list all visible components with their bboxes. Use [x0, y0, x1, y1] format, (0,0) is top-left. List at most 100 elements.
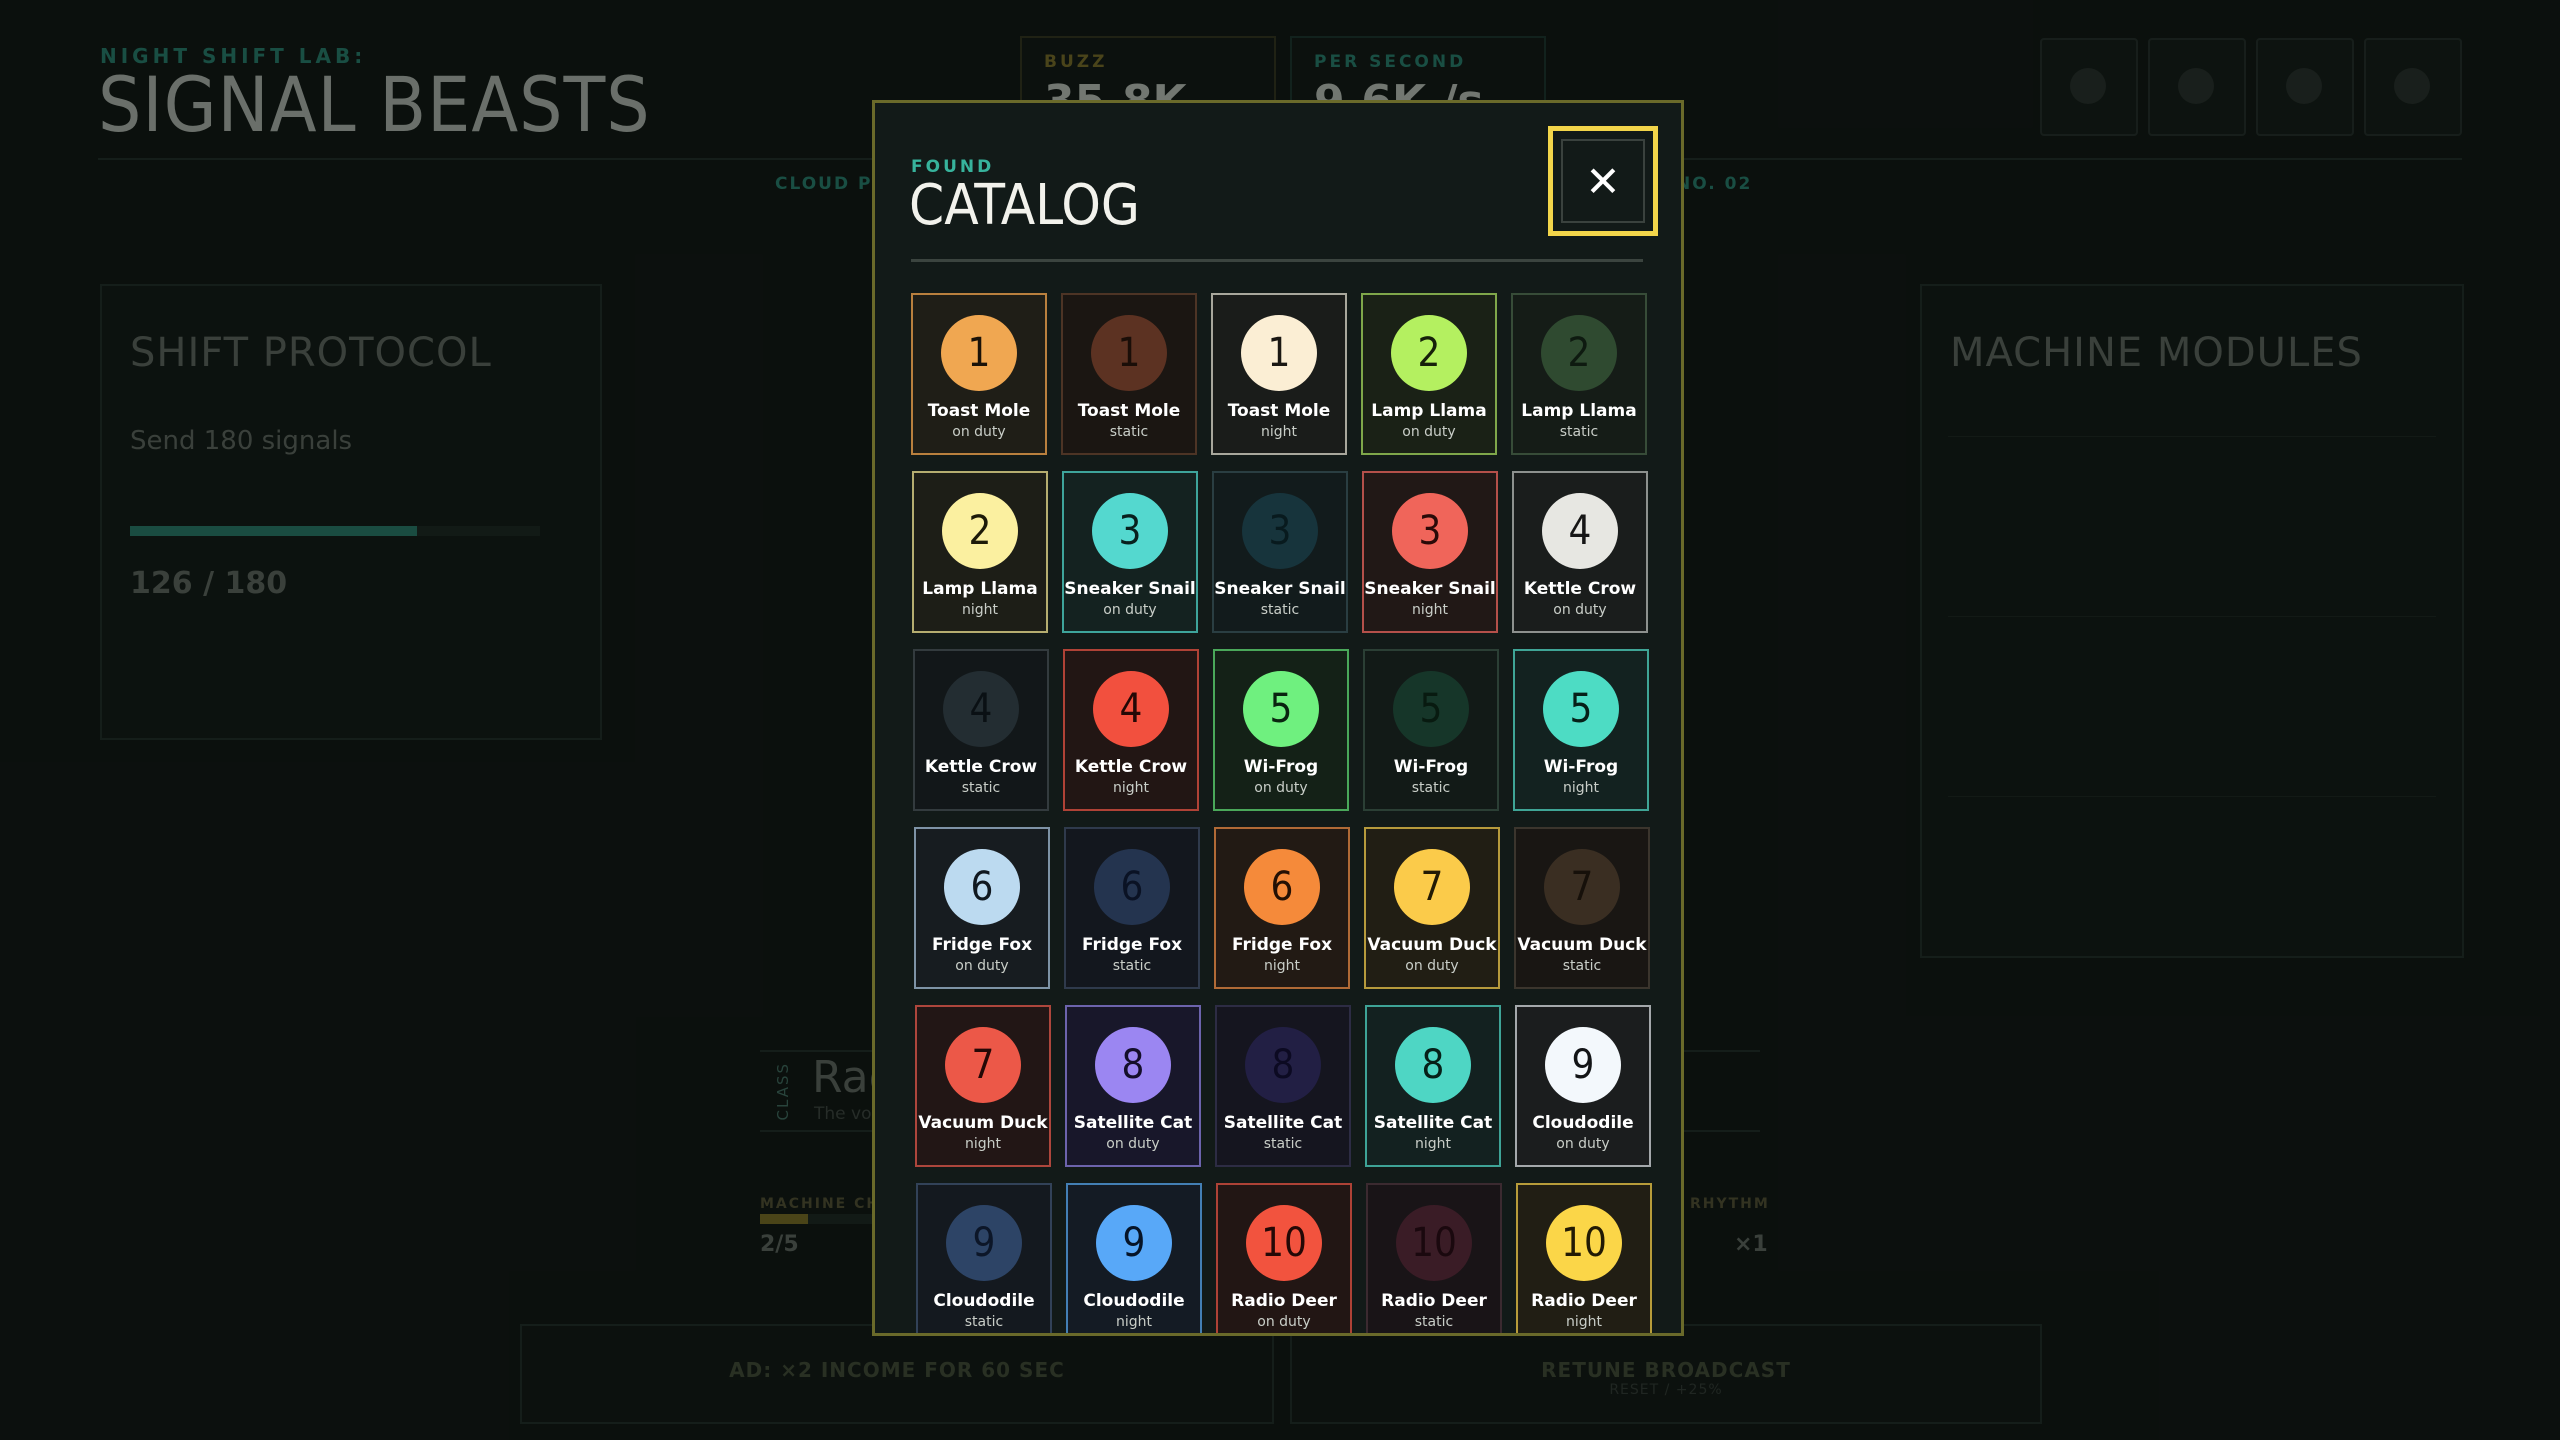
- creature-level-badge: 7: [1544, 849, 1620, 925]
- creature-level-badge: 9: [1096, 1205, 1172, 1281]
- creature-name: Vacuum Duck: [1367, 935, 1497, 955]
- creature-variant: static: [1109, 424, 1149, 440]
- catalog-card[interactable]: 10 Radio Deer on duty: [1216, 1183, 1352, 1333]
- creature-level-badge: 10: [1246, 1205, 1322, 1281]
- creature-name: Radio Deer: [1381, 1291, 1487, 1311]
- catalog-divider: [911, 259, 1643, 262]
- catalog-card[interactable]: 4 Kettle Crow night: [1063, 649, 1199, 811]
- creature-name: Cloudodile: [1532, 1113, 1634, 1133]
- creature-level-badge: 2: [1391, 315, 1467, 391]
- creature-level-badge: 8: [1095, 1027, 1171, 1103]
- creature-level-badge: 1: [941, 315, 1017, 391]
- creature-variant: on duty: [1553, 602, 1607, 618]
- creature-name: Lamp Llama: [1521, 401, 1637, 421]
- creature-variant: on duty: [1257, 1314, 1311, 1330]
- creature-level-badge: 8: [1245, 1027, 1321, 1103]
- catalog-card[interactable]: 7 Vacuum Duck on duty: [1364, 827, 1500, 989]
- catalog-card[interactable]: 9 Cloudodile on duty: [1515, 1005, 1651, 1167]
- creature-level-badge: 10: [1546, 1205, 1622, 1281]
- creature-name: Toast Mole: [927, 401, 1031, 421]
- catalog-card[interactable]: 2 Lamp Llama on duty: [1361, 293, 1497, 455]
- creature-name: Cloudodile: [1083, 1291, 1185, 1311]
- creature-variant: on duty: [1103, 602, 1157, 618]
- creature-variant: night: [1562, 780, 1599, 796]
- creature-name: Fridge Fox: [1231, 935, 1333, 955]
- creature-variant: night: [1414, 1136, 1451, 1152]
- creature-variant: on duty: [955, 958, 1009, 974]
- creature-name: Vacuum Duck: [1517, 935, 1647, 955]
- catalog-card[interactable]: 5 Wi-Frog static: [1363, 649, 1499, 811]
- creature-variant: static: [1411, 780, 1451, 796]
- catalog-card[interactable]: 7 Vacuum Duck night: [915, 1005, 1051, 1167]
- creature-name: Wi-Frog: [1543, 757, 1619, 777]
- catalog-card[interactable]: 2 Lamp Llama static: [1511, 293, 1647, 455]
- catalog-card[interactable]: 9 Cloudodile static: [916, 1183, 1052, 1333]
- catalog-card[interactable]: 6 Fridge Fox static: [1064, 827, 1200, 989]
- close-button[interactable]: ✕: [1548, 126, 1658, 236]
- catalog-card[interactable]: 10 Radio Deer static: [1366, 1183, 1502, 1333]
- creature-variant: on duty: [1556, 1136, 1610, 1152]
- creature-variant: night: [1565, 1314, 1602, 1330]
- catalog-card[interactable]: 8 Satellite Cat static: [1215, 1005, 1351, 1167]
- creature-variant: night: [1411, 602, 1448, 618]
- creature-level-badge: 1: [1091, 315, 1167, 391]
- creature-variant: static: [1562, 958, 1602, 974]
- catalog-title: CATALOG: [909, 173, 1140, 238]
- creature-level-badge: 3: [1092, 493, 1168, 569]
- catalog-card[interactable]: 2 Lamp Llama night: [912, 471, 1048, 633]
- creature-name: Radio Deer: [1531, 1291, 1637, 1311]
- catalog-modal: FOUND CATALOG ✕ 1 Toast Mole on duty 1 Toast…: [872, 100, 1684, 1336]
- creature-variant: night: [1112, 780, 1149, 796]
- creature-level-badge: 7: [1394, 849, 1470, 925]
- catalog-card[interactable]: 6 Fridge Fox night: [1214, 827, 1350, 989]
- close-icon: ✕: [1561, 139, 1645, 223]
- catalog-card[interactable]: 1 Toast Mole static: [1061, 293, 1197, 455]
- creature-name: Sneaker Snail: [1364, 579, 1496, 599]
- catalog-card[interactable]: 10 Radio Deer night: [1516, 1183, 1652, 1333]
- catalog-card[interactable]: 5 Wi-Frog night: [1513, 649, 1649, 811]
- creature-level-badge: 5: [1393, 671, 1469, 747]
- creature-level-badge: 5: [1543, 671, 1619, 747]
- creature-variant: on duty: [1106, 1136, 1160, 1152]
- catalog-card[interactable]: 9 Cloudodile night: [1066, 1183, 1202, 1333]
- creature-variant: static: [1260, 602, 1300, 618]
- catalog-card[interactable]: 7 Vacuum Duck static: [1514, 827, 1650, 989]
- catalog-card[interactable]: 4 Kettle Crow on duty: [1512, 471, 1648, 633]
- creature-level-badge: 3: [1242, 493, 1318, 569]
- creature-variant: static: [964, 1314, 1004, 1330]
- creature-variant: night: [1260, 424, 1297, 440]
- catalog-card[interactable]: 8 Satellite Cat on duty: [1065, 1005, 1201, 1167]
- creature-level-badge: 2: [1541, 315, 1617, 391]
- creature-level-badge: 3: [1392, 493, 1468, 569]
- creature-level-badge: 1: [1241, 315, 1317, 391]
- creature-name: Sneaker Snail: [1064, 579, 1196, 599]
- catalog-card[interactable]: 3 Sneaker Snail on duty: [1062, 471, 1198, 633]
- creature-variant: on duty: [952, 424, 1006, 440]
- creature-level-badge: 2: [942, 493, 1018, 569]
- creature-name: Lamp Llama: [1371, 401, 1487, 421]
- catalog-card[interactable]: 1 Toast Mole night: [1211, 293, 1347, 455]
- creature-level-badge: 9: [946, 1205, 1022, 1281]
- creature-name: Wi-Frog: [1393, 757, 1469, 777]
- creature-variant: night: [1115, 1314, 1152, 1330]
- creature-level-badge: 5: [1243, 671, 1319, 747]
- creature-variant: static: [1112, 958, 1152, 974]
- creature-name: Fridge Fox: [931, 935, 1033, 955]
- creature-level-badge: 9: [1545, 1027, 1621, 1103]
- catalog-card[interactable]: 8 Satellite Cat night: [1365, 1005, 1501, 1167]
- creature-name: Radio Deer: [1231, 1291, 1337, 1311]
- creature-name: Sneaker Snail: [1214, 579, 1346, 599]
- creature-name: Wi-Frog: [1243, 757, 1319, 777]
- catalog-card[interactable]: 1 Toast Mole on duty: [911, 293, 1047, 455]
- catalog-card[interactable]: 4 Kettle Crow static: [913, 649, 1049, 811]
- creature-name: Fridge Fox: [1081, 935, 1183, 955]
- catalog-card[interactable]: 3 Sneaker Snail night: [1362, 471, 1498, 633]
- catalog-card[interactable]: 5 Wi-Frog on duty: [1213, 649, 1349, 811]
- creature-level-badge: 4: [1542, 493, 1618, 569]
- creature-variant: night: [964, 1136, 1001, 1152]
- catalog-card[interactable]: 6 Fridge Fox on duty: [914, 827, 1050, 989]
- creature-name: Kettle Crow: [1074, 757, 1188, 777]
- catalog-card[interactable]: 3 Sneaker Snail static: [1212, 471, 1348, 633]
- creature-variant: static: [1414, 1314, 1454, 1330]
- creature-level-badge: 6: [944, 849, 1020, 925]
